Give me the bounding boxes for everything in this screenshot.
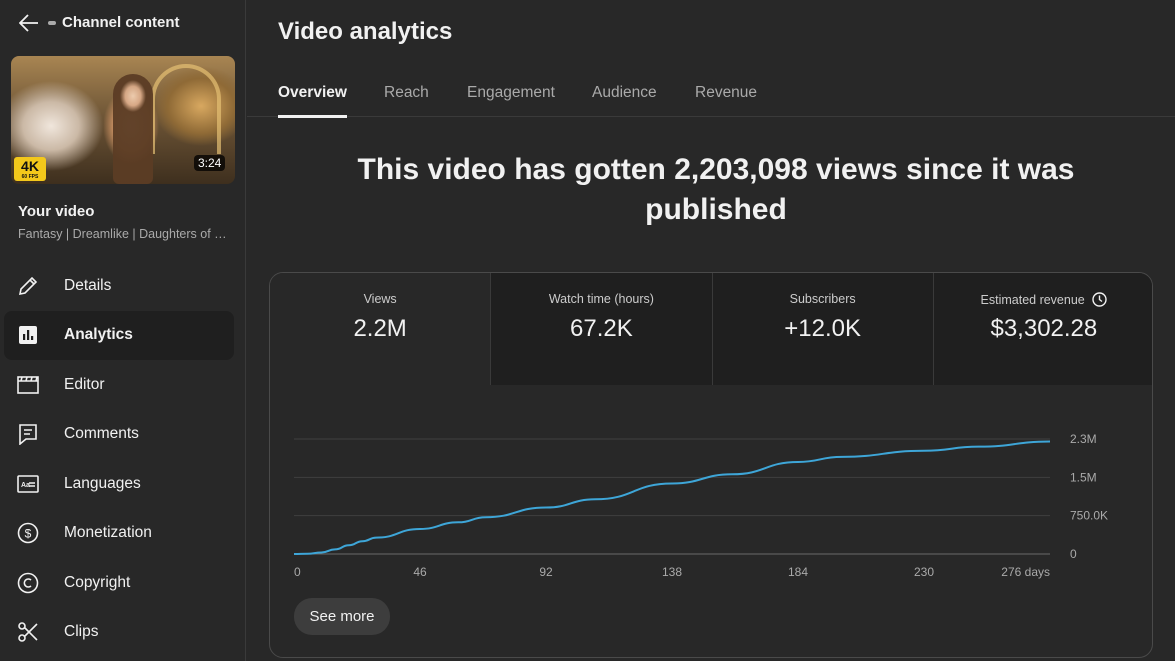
back-arrow-icon[interactable] <box>16 11 42 35</box>
your-video-label: Your video <box>18 203 95 220</box>
x-tick-label: 276 days <box>1001 565 1050 579</box>
x-tick-label: 184 <box>788 565 808 579</box>
metric-value: 67.2K <box>570 315 633 342</box>
pencil-icon <box>16 274 40 298</box>
sidebar-header: Channel content <box>0 0 246 46</box>
main-content: Video analytics Overview Reach Engagemen… <box>247 0 1175 661</box>
y-tick-label: 0 <box>1070 547 1077 561</box>
sidebar-item-monetization[interactable]: $ Monetization <box>4 509 234 559</box>
metric-label: Watch time (hours) <box>548 292 654 306</box>
tab-overview[interactable]: Overview <box>278 84 347 118</box>
scissors-icon <box>16 620 40 644</box>
video-duration: 3:24 <box>194 155 226 171</box>
metric-tiles: Views 2.2M Watch time (hours) 67.2K Subs… <box>270 273 1152 385</box>
page-title: Video analytics <box>278 18 453 45</box>
clapperboard-icon <box>16 373 40 397</box>
sidebar: Channel content 4K 60 FPS 3:24 Your vide… <box>0 0 246 661</box>
x-tick-label: 230 <box>914 565 934 579</box>
metric-views[interactable]: Views 2.2M <box>270 273 491 385</box>
x-tick-label: 46 <box>413 565 427 579</box>
svg-text:$: $ <box>25 527 32 541</box>
metric-label: Estimated revenue <box>980 293 1085 307</box>
comment-icon <box>16 422 40 446</box>
clock-icon <box>1092 292 1107 307</box>
metric-value: +12.0K <box>784 315 861 342</box>
tab-audience[interactable]: Audience <box>592 84 657 115</box>
y-tick-label: 2.3M <box>1070 432 1097 446</box>
sidebar-item-label: Clips <box>64 623 99 641</box>
sidebar-item-label: Editor <box>64 375 105 393</box>
metric-estimated-revenue[interactable]: Estimated revenue $3,302.28 <box>932 273 1152 385</box>
analytics-icon <box>16 323 40 347</box>
channel-avatar-icon <box>48 21 56 25</box>
4k-badge-label: 4K <box>21 158 39 174</box>
see-more-button[interactable]: See more <box>294 598 390 635</box>
thumbnail-figure <box>113 74 153 184</box>
views-headline: This video has gotten 2,203,098 views si… <box>357 153 1075 226</box>
thumbnail-arch <box>151 64 221 154</box>
sidebar-item-label: Comments <box>64 425 139 443</box>
tab-engagement[interactable]: Engagement <box>467 84 555 115</box>
x-tick-label: 138 <box>662 565 682 579</box>
metric-value: 2.2M <box>353 315 407 342</box>
sidebar-item-clips[interactable]: Clips <box>4 608 234 658</box>
analytics-card: Views 2.2M Watch time (hours) 67.2K Subs… <box>269 272 1153 658</box>
metric-label: Views <box>363 292 397 306</box>
metric-value: $3,302.28 <box>990 315 1098 342</box>
sidebar-item-analytics[interactable]: Analytics <box>4 310 234 360</box>
sidebar-nav: Details Analytics Editor Comments Aa Lan… <box>4 261 234 657</box>
sidebar-item-comments[interactable]: Comments <box>4 410 234 460</box>
sidebar-item-label: Languages <box>64 474 141 492</box>
views-series-line <box>293 440 1051 555</box>
y-tick-label: 1.5M <box>1070 470 1097 484</box>
tab-revenue[interactable]: Revenue <box>695 84 757 115</box>
sidebar-item-languages[interactable]: Aa Languages <box>4 459 234 509</box>
sidebar-item-label: Details <box>64 276 112 294</box>
dollar-icon: $ <box>16 521 40 545</box>
copyright-icon <box>16 571 40 595</box>
sidebar-item-label: Analytics <box>64 326 133 344</box>
sidebar-item-label: Monetization <box>64 524 152 542</box>
metric-watch-time[interactable]: Watch time (hours) 67.2K <box>490 273 712 385</box>
sidebar-item-details[interactable]: Details <box>4 261 234 311</box>
fps-label: 60 FPS <box>21 174 39 180</box>
sidebar-item-editor[interactable]: Editor <box>4 360 234 410</box>
tab-reach[interactable]: Reach <box>384 84 429 115</box>
views-line-chart: 0 750.0K 1.5M 2.3M 0 46 92 138 184 230 276 days <box>293 432 1108 579</box>
subtitles-icon: Aa <box>16 472 40 496</box>
x-tick-label: 0 <box>294 565 301 579</box>
sidebar-item-label: Copyright <box>64 573 131 591</box>
x-tick-label: 92 <box>539 565 553 579</box>
metric-subscribers[interactable]: Subscribers +12.0K <box>711 273 933 385</box>
sidebar-item-copyright[interactable]: Copyright <box>4 558 234 608</box>
tab-bar: Overview Reach Engagement Audience Reven… <box>247 72 1175 118</box>
metric-label-row: Estimated revenue <box>934 292 1152 307</box>
video-title: Fantasy | Dreamlike | Daughters of t… <box>18 227 230 241</box>
metric-label: Subscribers <box>789 292 856 306</box>
4k-badge: 4K 60 FPS <box>14 157 46 181</box>
svg-text:Aa: Aa <box>21 482 30 489</box>
y-tick-label: 750.0K <box>1070 509 1108 523</box>
channel-content-link[interactable]: Channel content <box>62 14 180 31</box>
